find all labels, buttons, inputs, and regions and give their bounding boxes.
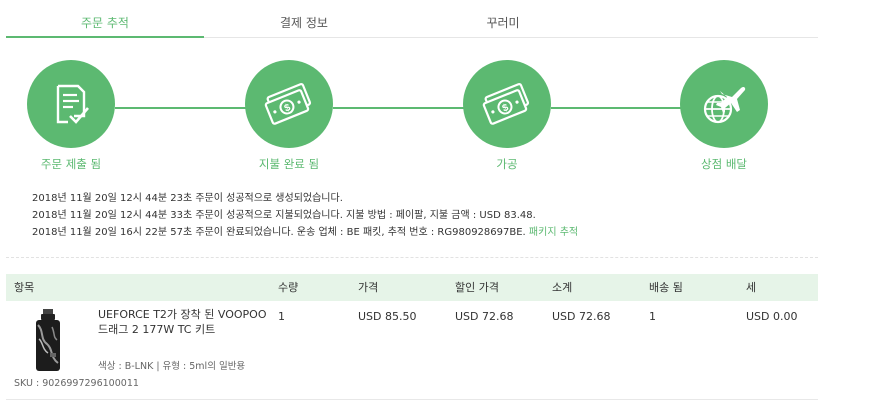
cell-subtotal: USD 72.68: [552, 310, 611, 323]
column-header-shipped: 배송 됨: [649, 281, 683, 294]
column-header-price: 가격: [358, 281, 379, 294]
row-divider: [6, 399, 818, 400]
progress-step-payment-complete: $ 지불 완료 됨: [209, 60, 369, 172]
log-entry-created: 2018년 11월 20일 12시 44분 23초 주문이 성공적으로 생성되었…: [32, 193, 343, 204]
cell-discount-price: USD 72.68: [455, 310, 514, 323]
tab-bar: 주문 추적 결제 정보 꾸러미: [6, 0, 818, 38]
items-table-header: 항목 수량 가격 할인 가격 소계 배송 됨 세: [6, 274, 818, 301]
step-label: 가공: [496, 157, 518, 171]
column-header-discount-price: 할인 가격: [455, 281, 499, 294]
tab-order-tracking[interactable]: 주문 추적: [6, 0, 204, 38]
order-progress-tracker: 주문 제출 됨 $ 지불 완료 됨 $ 가공 상점 배달: [0, 60, 875, 180]
step-label: 지불 완료 됨: [258, 157, 320, 171]
money-icon: $: [264, 83, 312, 125]
section-divider: [6, 257, 818, 258]
column-header-quantity: 수량: [278, 281, 299, 294]
cell-shipped: 1: [649, 310, 656, 323]
log-entry-completed-text: 2018년 11월 20일 16시 22분 57초 주문이 완료되었습니다. 운…: [32, 227, 526, 238]
step-circle: [27, 60, 115, 148]
order-submitted-icon: [56, 84, 89, 124]
track-package-link[interactable]: 패키지 추적: [529, 227, 578, 238]
column-header-subtotal: 소계: [552, 281, 573, 294]
product-sku: SKU : 9026997296100011: [14, 378, 139, 389]
step-circle: $: [245, 60, 333, 148]
column-header-tax: 세: [746, 281, 757, 294]
log-entry-paid: 2018년 11월 20일 12시 44분 33초 주문이 성공적으로 지불되었…: [32, 210, 536, 221]
progress-step-store-delivery: 상점 배달: [644, 60, 804, 172]
step-label: 상점 배달: [701, 157, 747, 171]
tab-package[interactable]: 꾸러미: [404, 0, 602, 38]
money-icon: $: [482, 83, 530, 125]
globe-airplane-icon: [703, 86, 746, 124]
cell-quantity: 1: [278, 310, 285, 323]
log-entry-completed: 2018년 11월 20일 16시 22분 57초 주문이 완료되었습니다. 운…: [32, 224, 578, 241]
product-image: [36, 309, 60, 371]
progress-step-processing: $ 가공: [427, 60, 587, 172]
product-variant: 색상 : B-LNK | 유형 : 5ml의 일반용: [98, 361, 246, 372]
cell-price: USD 85.50: [358, 310, 417, 323]
progress-step-order-submitted: 주문 제출 됨: [0, 60, 151, 172]
step-circle: $: [463, 60, 551, 148]
step-circle: [680, 60, 768, 148]
order-history-log: 2018년 11월 20일 12시 44분 23초 주문이 성공적으로 생성되었…: [32, 190, 578, 241]
tab-payment-info[interactable]: 결제 정보: [205, 0, 403, 38]
column-header-item: 항목: [14, 281, 35, 294]
step-label: 주문 제출 됨: [40, 157, 102, 171]
cell-tax: USD 0.00: [746, 310, 798, 323]
product-name[interactable]: UEFORCE T2가 장착 된 VOOPOO 드래그 2 177W TC 키트: [98, 307, 274, 337]
